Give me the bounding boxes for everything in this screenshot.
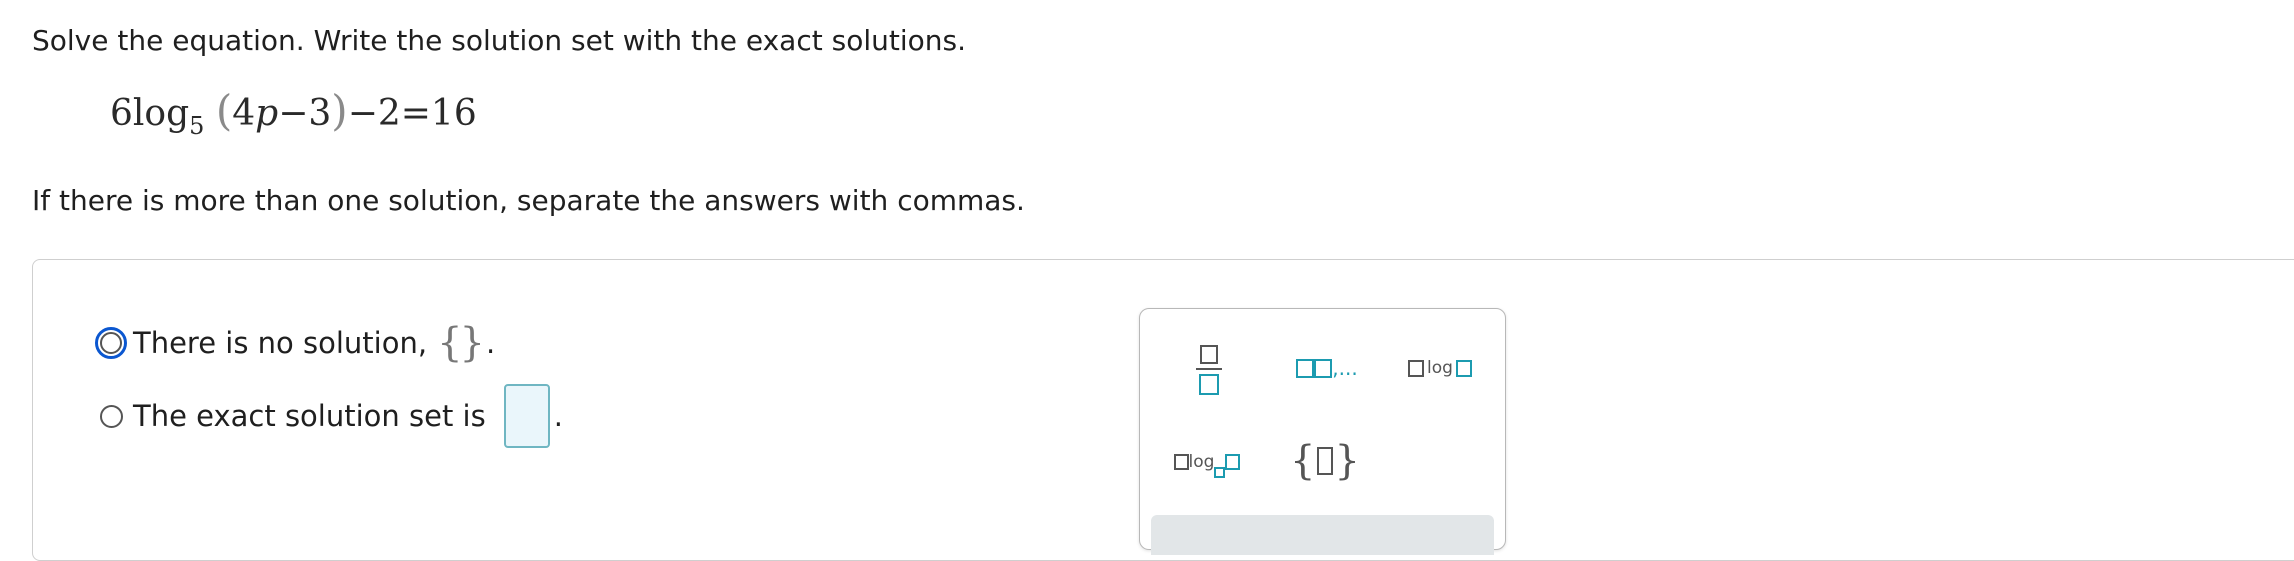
palette-footer [1151, 515, 1494, 555]
equation-log: log [132, 93, 190, 134]
solution-set-label: The exact solution set is [133, 399, 486, 433]
equation-log-base: 5 [189, 112, 205, 140]
equation: 6log5 (4p−3)−2=16 [110, 86, 477, 140]
logbase-coefficient-box-icon [1173, 454, 1189, 470]
log-base-button[interactable]: log [1162, 437, 1252, 487]
option-solution-set[interactable]: The exact solution set is . [100, 384, 563, 448]
solution-set-period: . [553, 399, 563, 433]
logbase-label: log [1188, 452, 1215, 472]
braces-box-icon [1317, 447, 1333, 475]
no-solution-period: . [485, 326, 496, 360]
equation-rest: −2=16 [347, 93, 477, 134]
fraction-button[interactable] [1184, 335, 1234, 405]
equation-coefficient: 6 [110, 93, 133, 134]
multiple-solutions-note: If there is more than one solution, sepa… [32, 184, 1025, 217]
set-braces-button[interactable]: { } [1290, 433, 1360, 489]
log-label: log [1427, 358, 1453, 378]
equation-variable: p [255, 93, 279, 134]
denominator-box-icon [1199, 374, 1219, 395]
option-no-solution[interactable]: There is no solution, {} . [95, 320, 496, 366]
logbase-argument-box-icon [1225, 454, 1241, 470]
equation-arg-rest: −3 [278, 93, 332, 134]
brace-close: } [1334, 438, 1360, 484]
equation-open-paren: ( [215, 86, 233, 135]
empty-set-symbol: {} [437, 320, 485, 366]
equation-close-paren: ) [331, 86, 348, 135]
list-button[interactable]: ,... [1282, 345, 1372, 391]
equation-arg-coef: 4 [232, 93, 256, 134]
logbase-base-box-icon [1214, 466, 1226, 478]
math-palette: ,... log log { } [1139, 308, 1506, 555]
brace-open: { [1290, 438, 1316, 484]
solution-set-input[interactable] [503, 384, 550, 448]
instruction-text: Solve the equation. Write the solution s… [32, 24, 966, 57]
log-button[interactable]: log [1395, 345, 1485, 391]
fraction-bar-icon [1196, 368, 1222, 370]
radio-circle-icon [100, 332, 122, 354]
list-ellipsis: ,... [1332, 356, 1358, 380]
numerator-box-icon [1200, 345, 1218, 364]
no-solution-radio[interactable] [95, 327, 127, 359]
list-box-icon [1314, 358, 1333, 378]
no-solution-label: There is no solution, [133, 326, 428, 360]
log-coefficient-box-icon [1408, 359, 1425, 377]
list-box-icon [1296, 358, 1315, 378]
log-argument-box-icon [1455, 359, 1472, 377]
solution-set-radio[interactable] [100, 404, 123, 428]
